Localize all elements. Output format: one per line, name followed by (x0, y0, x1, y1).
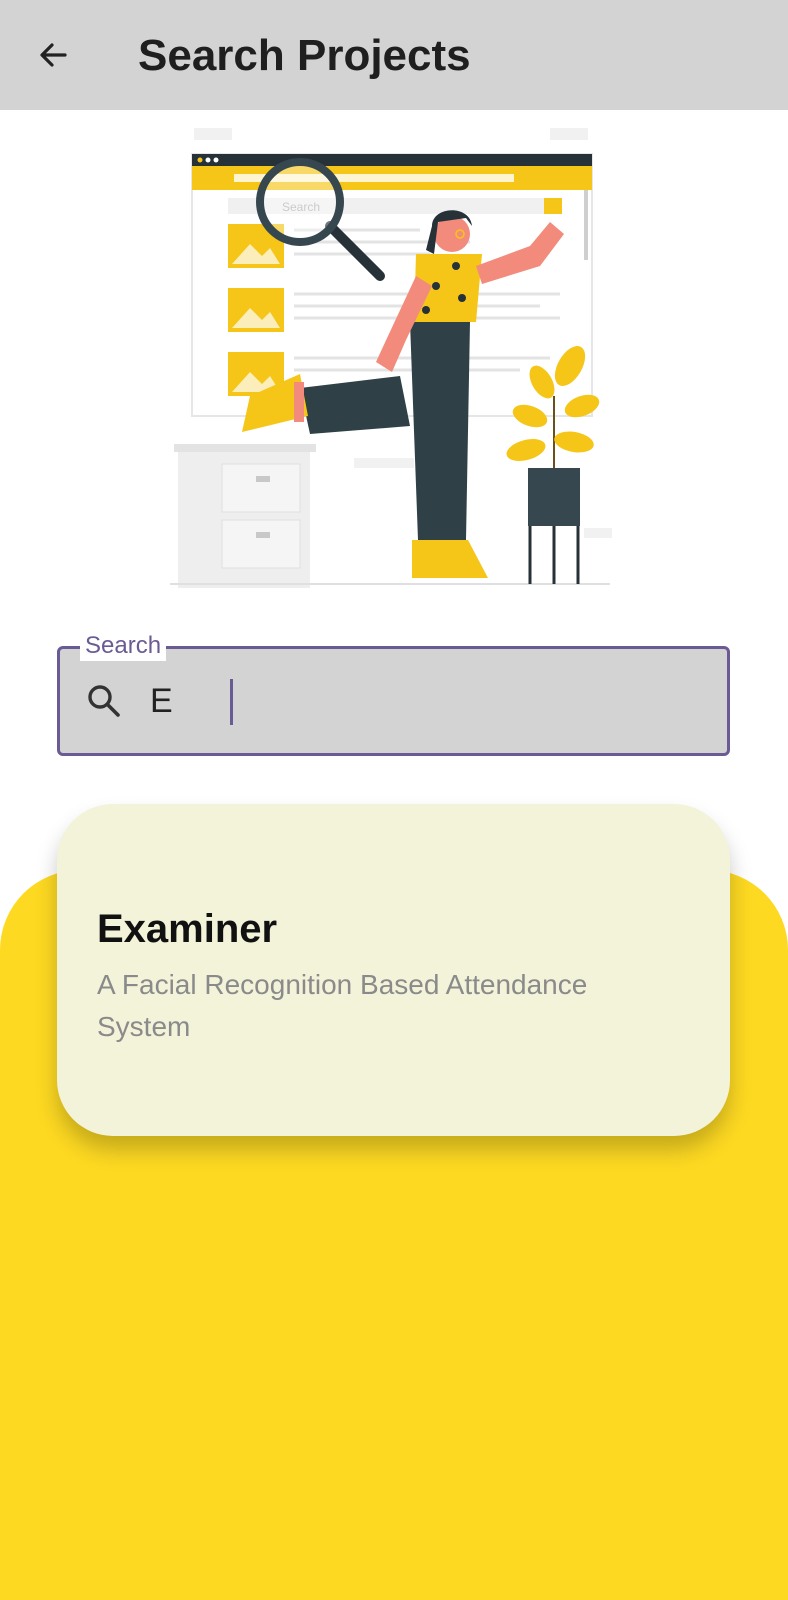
text-caret (230, 679, 233, 725)
search-label: Search (80, 631, 167, 661)
project-title: Examiner (97, 907, 278, 951)
search-illustration: Search (170, 128, 612, 588)
search-field[interactable]: Search (57, 631, 730, 756)
page-title: Search Projects (138, 31, 471, 80)
arrow-left-icon (40, 43, 67, 67)
search-icon (88, 685, 120, 717)
search-input[interactable] (150, 671, 710, 731)
app-bar: Search Projects (0, 0, 788, 110)
back-button[interactable] (28, 30, 78, 80)
project-description: A Facial Recognition Based Attendance Sy… (97, 969, 588, 1042)
project-result-card[interactable]: Examiner A Facial Recognition Based Atte… (57, 804, 730, 1136)
